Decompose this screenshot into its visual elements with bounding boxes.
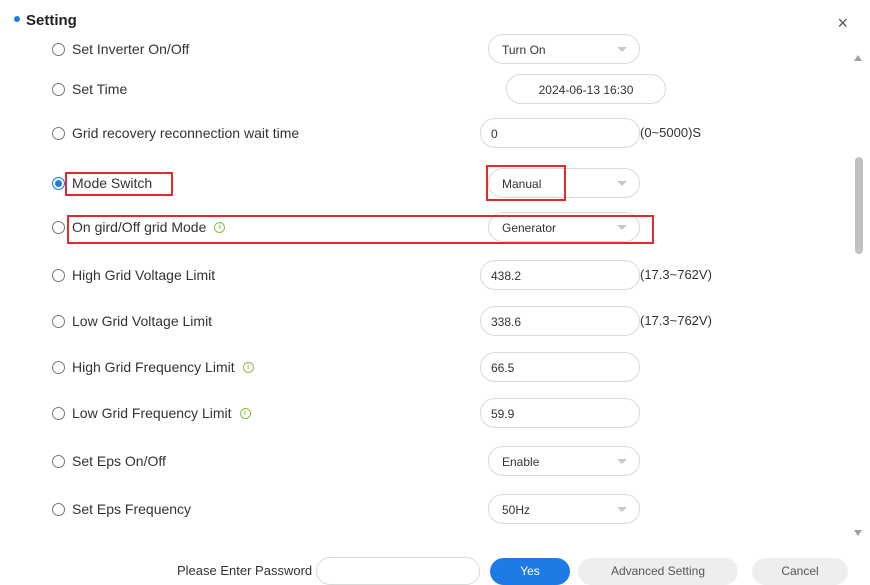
close-icon[interactable]: × <box>837 13 848 34</box>
setting-label: On gird/Off grid Mode i <box>72 219 226 235</box>
setting-row: Set Eps Frequency 50Hz <box>0 492 850 530</box>
setting-label-text: Low Grid Frequency Limit <box>72 405 232 421</box>
cancel-button[interactable]: Cancel <box>752 558 848 585</box>
setting-value: 438.2 <box>491 269 522 283</box>
setting-row: On gird/Off grid Mode i Generator <box>0 210 850 248</box>
setting-radio[interactable] <box>52 315 65 328</box>
chevron-down-icon <box>617 181 627 186</box>
setting-select[interactable]: Enable <box>488 446 640 476</box>
datetime-field[interactable]: 2024-06-13 16:30 <box>506 74 666 104</box>
setting-value: Generator <box>502 221 557 235</box>
setting-label: Grid recovery reconnection wait time <box>72 125 299 141</box>
setting-radio[interactable] <box>52 407 65 420</box>
setting-label-text: Grid recovery reconnection wait time <box>72 125 300 141</box>
setting-row: Set Time 2024-06-13 16:30 <box>0 72 850 110</box>
setting-label: Set Eps On/Off <box>72 453 166 469</box>
setting-label-text: Low Grid Voltage Limit <box>72 313 213 329</box>
settings-list[interactable]: Set Inverter On/Off Turn On Set Time 2024-0… <box>0 34 850 544</box>
setting-label: Low Grid Frequency Limit i <box>72 405 251 421</box>
setting-label-text: Set Inverter On/Off <box>72 41 190 57</box>
password-input[interactable] <box>316 557 480 585</box>
setting-row: Mode Switch Manual <box>0 166 850 204</box>
setting-input[interactable]: 438.2 <box>480 260 640 290</box>
setting-value: Turn On <box>502 43 546 57</box>
chevron-down-icon <box>617 459 627 464</box>
setting-radio[interactable] <box>52 43 65 56</box>
setting-radio[interactable] <box>52 177 65 190</box>
setting-range: (0~5000)S <box>640 125 702 140</box>
setting-radio[interactable] <box>52 503 65 516</box>
setting-value: Manual <box>502 177 542 191</box>
title-dot-icon <box>14 16 20 23</box>
setting-label-text: High Grid Voltage Limit <box>72 267 216 283</box>
setting-value: 0 <box>491 127 498 141</box>
setting-radio[interactable] <box>52 221 65 234</box>
chevron-down-icon <box>617 507 627 512</box>
setting-label: Set Eps Frequency <box>72 501 191 517</box>
setting-row: Set Inverter On/Off Turn On <box>0 34 850 70</box>
setting-radio[interactable] <box>52 455 65 468</box>
dialog-footer: Please Enter Password Yes Advanced Setti… <box>0 544 870 585</box>
setting-value: 50Hz <box>502 503 531 517</box>
setting-range: (17.3~762V) <box>640 267 712 282</box>
chevron-down-icon <box>617 47 627 52</box>
setting-label-text: High Grid Frequency Limit <box>72 359 235 375</box>
setting-select[interactable]: Manual <box>488 168 640 198</box>
setting-select[interactable]: Generator <box>488 212 640 242</box>
info-circle-icon[interactable]: i <box>242 361 254 373</box>
setting-row: High Grid Frequency Limit i 66.5 <box>0 350 850 388</box>
setting-radio[interactable] <box>52 83 65 96</box>
chevron-down-icon <box>617 225 627 230</box>
setting-row: Low Grid Voltage Limit 338.6 (17.3~762V) <box>0 304 850 342</box>
advanced-setting-button[interactable]: Advanced Setting <box>578 558 738 585</box>
password-label: Please Enter Password <box>177 563 313 578</box>
setting-radio[interactable] <box>52 127 65 140</box>
setting-value: 66.5 <box>491 361 515 375</box>
scrollbar-thumb[interactable] <box>855 157 863 254</box>
setting-label: High Grid Voltage Limit <box>72 267 215 283</box>
setting-input[interactable]: 59.9 <box>480 398 640 428</box>
setting-radio[interactable] <box>52 361 65 374</box>
setting-label: Set Inverter On/Off <box>72 41 189 57</box>
dialog-title-text: Setting <box>26 12 77 29</box>
setting-value: 59.9 <box>491 407 515 421</box>
setting-row: Low Grid Frequency Limit i 59.9 <box>0 396 850 434</box>
setting-select[interactable]: 50Hz <box>488 494 640 524</box>
setting-label-text: Set Eps Frequency <box>72 501 192 517</box>
setting-label-text: Set Time <box>72 81 128 97</box>
setting-row: Grid recovery reconnection wait time 0 (0~… <box>0 116 850 154</box>
setting-value: Enable <box>502 455 540 469</box>
setting-label: Low Grid Voltage Limit <box>72 313 212 329</box>
scroll-down-arrow-icon[interactable] <box>854 530 862 536</box>
setting-range: (17.3~762V) <box>640 313 712 328</box>
setting-label-text: Set Eps On/Off <box>72 453 166 469</box>
setting-input[interactable]: 0 <box>480 118 640 148</box>
setting-radio[interactable] <box>52 269 65 282</box>
dialog-title: Setting <box>14 12 77 29</box>
yes-button[interactable]: Yes <box>490 558 570 585</box>
setting-label-text: Mode Switch <box>72 175 153 191</box>
info-circle-icon[interactable]: i <box>214 221 226 233</box>
setting-label: Mode Switch <box>72 175 152 191</box>
scroll-up-arrow-icon[interactable] <box>854 55 862 61</box>
setting-input[interactable]: 338.6 <box>480 306 640 336</box>
setting-row: Set Eps On/Off Enable <box>0 444 850 482</box>
info-circle-icon[interactable]: i <box>239 407 251 419</box>
setting-value: 338.6 <box>491 315 522 329</box>
setting-label-text: On gird/Off grid Mode <box>72 219 207 235</box>
setting-label: High Grid Frequency Limit i <box>72 359 254 375</box>
setting-label: Set Time <box>72 81 127 97</box>
setting-value: 2024-06-13 16:30 <box>538 83 634 97</box>
setting-row: High Grid Voltage Limit 438.2 (17.3~762V) <box>0 258 850 296</box>
setting-select[interactable]: Turn On <box>488 34 640 64</box>
setting-input[interactable]: 66.5 <box>480 352 640 382</box>
